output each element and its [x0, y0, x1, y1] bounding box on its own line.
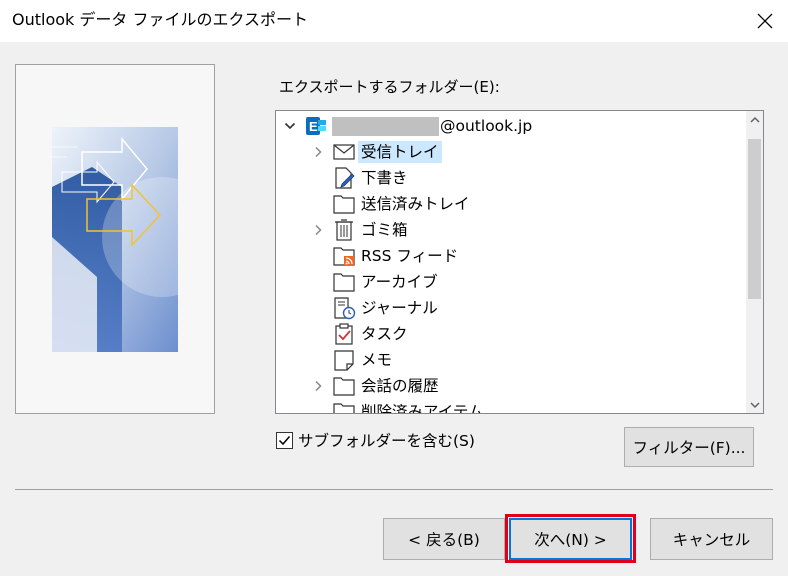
tree-item-label: アーカイブ	[361, 273, 438, 291]
tree-item-label: タスク	[361, 325, 408, 343]
window-title: Outlook データ ファイルのエクスポート	[12, 10, 308, 29]
chevron-down-icon	[749, 401, 760, 408]
folder-icon	[333, 403, 355, 413]
rss-folder-icon	[333, 247, 355, 266]
folder-icon	[333, 195, 355, 214]
back-button[interactable]: < 戻る(B)	[383, 518, 505, 560]
tree-item-label: メモ	[361, 351, 393, 369]
tree-item-inbox[interactable]: 受信トレイ	[312, 139, 442, 165]
include-subfolders-label: サブフォルダーを含む(S)	[298, 432, 475, 450]
scroll-down-button[interactable]	[746, 396, 763, 413]
tree-item-tasks[interactable]: タスク	[332, 321, 411, 347]
exchange-account-icon: E	[306, 117, 326, 135]
tree-item-notes[interactable]: メモ	[332, 347, 395, 373]
tree-item-sent[interactable]: 送信済みトレイ	[332, 191, 473, 217]
title-bar: Outlook データ ファイルのエクスポート	[0, 0, 788, 42]
scroll-thumb[interactable]	[748, 139, 761, 299]
tree-item-label: ゴミ箱	[361, 221, 408, 239]
wizard-illustration	[52, 127, 178, 352]
include-subfolders-checkbox[interactable]	[276, 431, 293, 449]
cancel-button[interactable]: キャンセル	[650, 518, 773, 560]
tasks-icon	[335, 323, 353, 345]
redacted-account-name	[332, 116, 439, 136]
filter-button[interactable]: フィルター(F)...	[624, 427, 754, 467]
folder-icon	[333, 377, 355, 396]
tree-item-archive[interactable]: アーカイブ	[332, 269, 441, 295]
footer-separator	[15, 489, 773, 490]
close-icon	[757, 13, 773, 29]
drafts-icon	[335, 167, 355, 189]
tree-scrollbar[interactable]	[746, 111, 763, 413]
wizard-image-panel	[15, 64, 215, 414]
tree-item-label: ジャーナル	[361, 299, 438, 317]
tree-item-label: RSS フィード	[361, 247, 459, 265]
inbox-icon	[333, 144, 355, 160]
tree-item-trash[interactable]: ゴミ箱	[312, 217, 411, 243]
tree-item-label: 受信トレイ	[358, 141, 442, 163]
journal-icon	[334, 297, 356, 320]
annotation-highlight	[505, 514, 636, 563]
tree-item-deleted-items[interactable]: 削除済みアイテム	[332, 399, 486, 414]
tree-item-journal[interactable]: ジャーナル	[332, 295, 441, 321]
include-subfolders-option[interactable]: サブフォルダーを含む(S)	[276, 429, 475, 451]
tree-item-label: 送信済みトレイ	[361, 195, 470, 213]
tree-item-label: 下書き	[361, 169, 408, 187]
export-folder-label: エクスポートするフォルダー(E):	[279, 78, 500, 96]
tree-item-label: 削除済みアイテム	[361, 403, 484, 414]
tree-item-label: 会話の履歴	[361, 377, 439, 395]
folder-icon	[333, 273, 355, 292]
tree-item-conversation-history[interactable]: 会話の履歴	[312, 373, 442, 399]
close-button[interactable]	[742, 0, 788, 42]
account-email: @outlook.jp	[440, 117, 533, 135]
folder-tree[interactable]: E @outlook.jp 受信トレイ 下書き 送信済みトレイ ゴミ箱 RSS …	[275, 110, 764, 414]
tree-item-drafts[interactable]: 下書き	[332, 165, 411, 191]
chevron-down-icon[interactable]	[284, 120, 296, 132]
scroll-up-button[interactable]	[746, 111, 763, 128]
trash-icon	[335, 219, 353, 241]
notes-icon	[334, 350, 354, 371]
tree-item-rss[interactable]: RSS フィード	[332, 243, 461, 269]
svg-text:E: E	[309, 119, 318, 134]
chevron-right-icon[interactable]	[312, 224, 324, 236]
chevron-right-icon[interactable]	[312, 380, 324, 392]
chevron-up-icon	[749, 116, 760, 123]
chevron-right-icon[interactable]	[312, 146, 324, 158]
tree-account-row[interactable]: E @outlook.jp	[284, 113, 532, 139]
checkmark-icon	[278, 435, 291, 445]
